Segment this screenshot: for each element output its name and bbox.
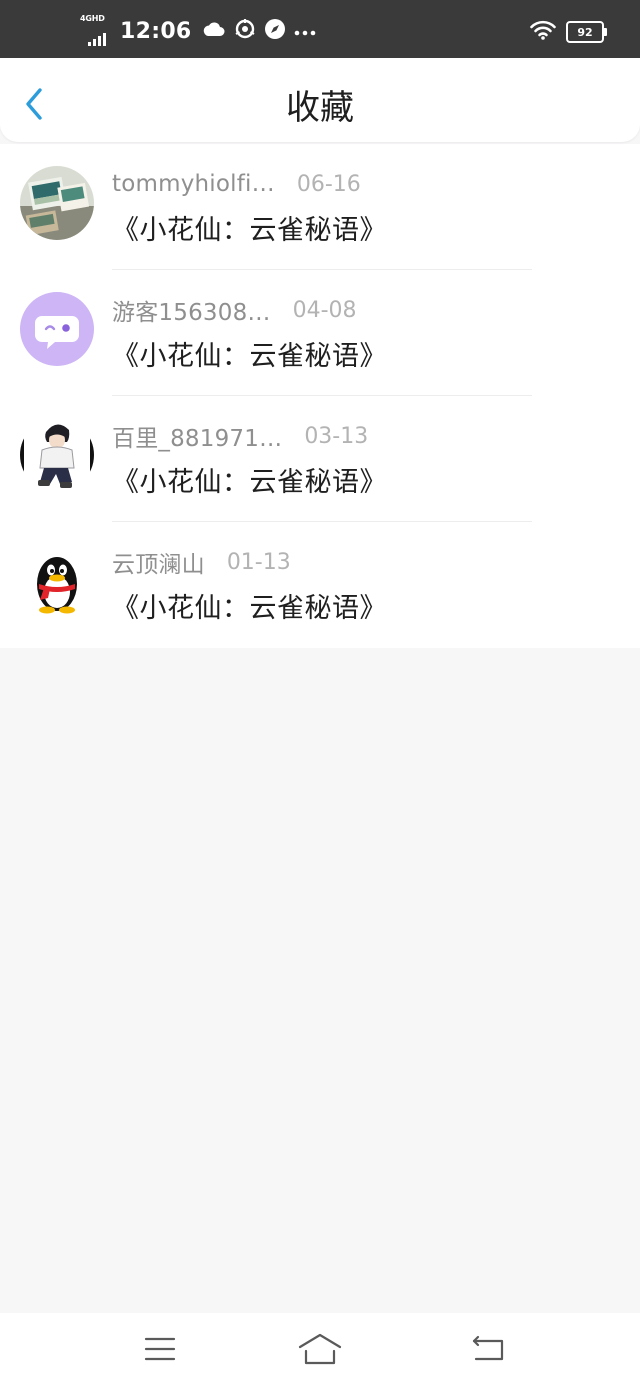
item-meta: tommyhiolfi… 06-16 xyxy=(112,168,361,200)
item-title: 《小花仙：云雀秘语》 xyxy=(112,215,387,246)
back-nav-button[interactable] xyxy=(466,1329,510,1369)
cloud-icon xyxy=(202,19,226,43)
page-title: 收藏 xyxy=(286,88,354,128)
item-meta: 百里_881971… 03-13 xyxy=(112,420,369,453)
more-dots-icon xyxy=(294,22,316,41)
app-notification-icon xyxy=(234,18,256,44)
back-button[interactable] xyxy=(20,86,50,122)
item-meta: 云顶澜山 01-13 xyxy=(112,546,291,579)
item-meta: 游客156308… 04-08 xyxy=(112,294,357,327)
network-indicator: 4GHD xyxy=(80,14,114,48)
back-arrow-icon xyxy=(26,88,42,120)
home-button[interactable] xyxy=(298,1329,342,1369)
anime-boy-avatar[interactable] xyxy=(20,418,94,492)
favorites-list: tommyhiolfi… 06-16 《小花仙：云雀秘语》 游客156308… … xyxy=(0,144,640,648)
item-title: 《小花仙：云雀秘语》 xyxy=(112,593,387,624)
item-date: 03-13 xyxy=(304,423,369,449)
wifi-icon xyxy=(530,20,556,44)
list-item[interactable]: 云顶澜山 01-13 《小花仙：云雀秘语》 xyxy=(0,522,640,648)
chat-bubble-avatar[interactable] xyxy=(20,292,94,366)
author-name: 百里_881971… xyxy=(112,426,283,452)
item-date: 01-13 xyxy=(226,549,291,575)
network-label: 4GHD xyxy=(80,14,105,23)
battery-level: 92 xyxy=(577,25,593,39)
home-icon xyxy=(298,1333,342,1365)
status-left: 4GHD 12:06 xyxy=(80,14,324,48)
battery-icon: 92 xyxy=(566,21,607,43)
navigation-bar xyxy=(0,1313,640,1387)
author-name: 云顶澜山 xyxy=(112,552,205,578)
back-icon xyxy=(472,1335,504,1361)
photo-avatar[interactable] xyxy=(20,166,94,240)
status-bar: 4GHD 12:06 92 xyxy=(0,0,640,58)
list-item[interactable]: 百里_881971… 03-13 《小花仙：云雀秘语》 xyxy=(0,396,640,522)
penguin-avatar[interactable] xyxy=(20,544,94,618)
compass-icon xyxy=(264,18,286,44)
clock: 12:06 xyxy=(120,18,192,44)
item-date: 04-08 xyxy=(292,297,357,323)
header: 收藏 xyxy=(0,58,640,142)
list-item[interactable]: tommyhiolfi… 06-16 《小花仙：云雀秘语》 xyxy=(0,144,640,270)
status-right: 92 xyxy=(530,20,607,44)
item-title: 《小花仙：云雀秘语》 xyxy=(112,467,387,498)
list-item[interactable]: 游客156308… 04-08 《小花仙：云雀秘语》 xyxy=(0,270,640,396)
signal-icon xyxy=(88,33,106,46)
item-title: 《小花仙：云雀秘语》 xyxy=(112,341,387,372)
item-date: 06-16 xyxy=(296,171,361,197)
menu-button[interactable] xyxy=(138,1329,182,1369)
author-name: 游客156308… xyxy=(112,300,271,326)
author-name: tommyhiolfi… xyxy=(112,171,275,197)
menu-icon xyxy=(144,1337,176,1361)
